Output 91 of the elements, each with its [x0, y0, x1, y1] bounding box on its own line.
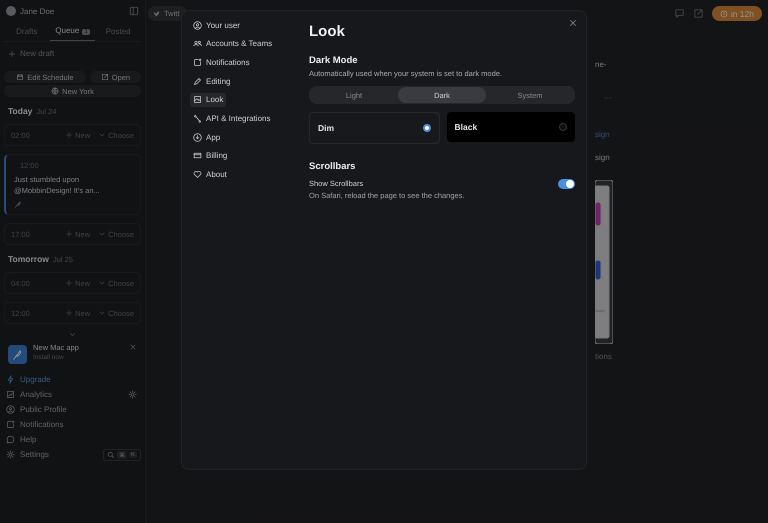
notification-icon — [193, 58, 202, 67]
speech-bubble-icon — [6, 435, 15, 444]
user-icon — [193, 20, 202, 30]
settings-nav-item[interactable]: Billing — [190, 148, 230, 163]
nav-item[interactable]: Upgrade — [4, 372, 141, 387]
settings-nav-label: Look — [206, 95, 224, 104]
settings-nav-item[interactable]: About — [190, 168, 230, 182]
card-icon — [193, 151, 202, 160]
post-text: sign — [595, 153, 610, 162]
bird-icon — [153, 10, 161, 18]
theme-option[interactable]: Dim — [309, 112, 440, 144]
page-title: Look — [309, 23, 346, 40]
theme-label: Black — [454, 122, 478, 132]
clock-icon — [720, 10, 728, 18]
download-icon — [193, 132, 202, 142]
settings-nav-item[interactable]: App — [190, 130, 224, 144]
tab[interactable]: Drafts — [4, 22, 50, 41]
schedule-button[interactable]: in 12h — [712, 6, 762, 21]
nav-item[interactable]: Analytics — [4, 387, 141, 402]
user-name: Jane Doe — [20, 6, 56, 16]
comment-icon[interactable] — [674, 8, 685, 19]
theme-label: Dim — [318, 123, 334, 133]
mention-link[interactable]: sign — [595, 130, 610, 139]
heart-icon — [193, 170, 202, 179]
nav-label: Analytics — [20, 390, 52, 399]
pencil-icon — [193, 76, 202, 86]
chart-icon — [6, 390, 15, 399]
settings-nav-label: Notifications — [206, 58, 250, 67]
chevron-down-icon[interactable] — [68, 330, 77, 339]
settings-nav-item[interactable]: Look — [190, 92, 226, 107]
day-label: Today — [8, 106, 32, 116]
sidebar-toggle-icon[interactable] — [129, 6, 139, 16]
settings-icon — [6, 450, 15, 459]
settings-nav-label: Editing — [206, 76, 230, 86]
app-icon — [8, 345, 27, 364]
notification-icon — [6, 420, 15, 429]
chevron-down-icon — [98, 230, 106, 238]
theme-option[interactable]: Black — [446, 112, 575, 142]
day-label: Tomorrow — [8, 254, 49, 264]
nav-item[interactable]: Notifications — [4, 417, 141, 432]
plus-icon — [65, 279, 74, 287]
chevron-down-icon — [98, 131, 106, 139]
feather-icon — [14, 200, 22, 208]
toggle-switch[interactable] — [558, 179, 575, 189]
plus-icon — [65, 230, 74, 238]
external-link-icon — [100, 73, 109, 81]
user-icon — [6, 405, 15, 414]
bolt-icon — [6, 375, 15, 384]
settings-nav-label: About — [206, 170, 227, 179]
section-heading: Dark Mode — [309, 55, 359, 66]
close-icon[interactable] — [129, 343, 137, 351]
settings-nav-item[interactable]: Editing — [190, 74, 234, 88]
search-icon — [106, 450, 115, 458]
settings-nav-label: App — [206, 132, 220, 142]
globe-icon — [51, 87, 60, 95]
people-icon — [193, 39, 202, 48]
nav-item[interactable]: Public Profile — [4, 402, 141, 417]
nav-label: Notifications — [20, 420, 64, 429]
link-icon — [193, 114, 202, 123]
radio-button[interactable] — [422, 124, 430, 132]
nav-label: Help — [20, 435, 36, 444]
new-draft-button[interactable]: New draft — [4, 42, 58, 67]
chevron-down-icon — [98, 309, 106, 317]
share-icon[interactable] — [692, 8, 704, 19]
calendar-icon — [16, 73, 24, 81]
more-icon[interactable]: ··· — [604, 93, 612, 102]
post-text: ne- — [595, 60, 607, 69]
plus-icon — [65, 131, 74, 139]
nav-item[interactable]: Help — [4, 432, 141, 447]
avatar-icon — [6, 6, 16, 16]
section-heading: Scrollbars — [309, 161, 356, 172]
settings-nav-item[interactable]: Your user — [190, 18, 243, 32]
plus-icon — [8, 50, 16, 58]
nav-label: Upgrade — [20, 375, 51, 384]
tab[interactable]: Posted — [95, 22, 142, 41]
close-icon[interactable] — [568, 18, 578, 28]
settings-nav-label: Billing — [206, 151, 228, 160]
nav-label: Settings — [20, 450, 49, 459]
settings-nav-label: API & Integrations — [206, 114, 270, 123]
gear-icon[interactable] — [128, 390, 137, 399]
image-icon — [193, 95, 202, 104]
chevron-down-icon — [98, 279, 106, 287]
settings-nav-item[interactable]: Notifications — [190, 55, 253, 70]
plus-icon — [65, 309, 74, 317]
nav-label: Public Profile — [20, 405, 67, 414]
radio-button[interactable] — [559, 123, 567, 131]
settings-nav-item[interactable]: API & Integrations — [190, 111, 274, 126]
settings-nav-item[interactable]: Accounts & Teams — [190, 36, 276, 51]
settings-nav-label: Your user — [206, 20, 240, 30]
post-text: tions — [595, 352, 612, 361]
settings-nav-label: Accounts & Teams — [206, 39, 272, 48]
